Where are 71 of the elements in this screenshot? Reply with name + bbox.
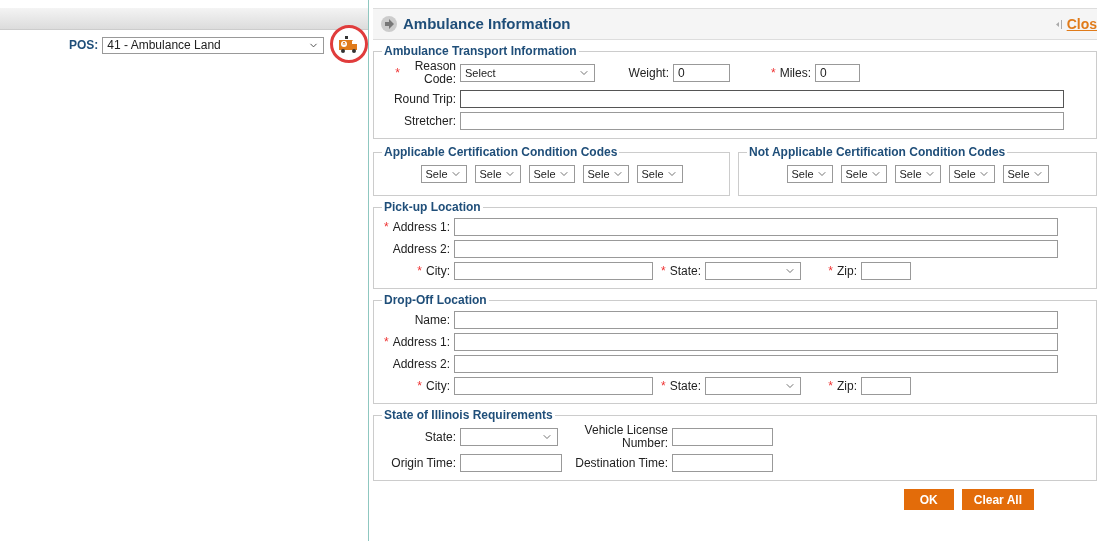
input-field[interactable] [672,454,773,472]
field-label: Zip: [837,379,857,393]
required-mark: * [828,263,833,280]
input-field[interactable] [861,262,911,280]
dropdown[interactable] [460,428,558,446]
field-label: Name: [414,313,450,327]
dropdown[interactable]: Select [460,64,595,82]
field-label: Origin Time: [391,456,456,470]
field-label: Zip: [837,264,857,278]
field-label: Vehicle License Number: [583,424,668,450]
required-mark: * [383,334,389,351]
field-label: Round Trip: [393,92,456,106]
section-title: Applicable Certification Condition Codes [383,144,619,161]
field-label: Miles: [779,66,811,80]
input-field[interactable] [454,262,653,280]
dropdown[interactable]: Sele [582,165,629,183]
required-mark: * [395,65,400,82]
section-title: Not Applicable Certification Condition Codes [748,144,1007,161]
section-title: Drop-Off Location [383,292,488,309]
required-mark: * [660,263,666,280]
input-field[interactable] [454,355,1058,373]
field-label: Reason Code: [413,60,456,86]
required-mark: * [417,378,422,395]
input-field[interactable]: 0 [673,64,730,82]
input-field[interactable] [454,311,1058,329]
pos-dropdown[interactable]: 41 - Ambulance Land [102,36,325,54]
dropdown[interactable]: Sele [636,165,683,183]
required-mark: * [383,219,389,236]
input-field[interactable] [460,90,1064,108]
collapse-icon [1055,19,1063,29]
section-title: Ambulance Transport Information [383,43,578,60]
required-mark: * [660,378,666,395]
input-field[interactable] [460,112,1064,130]
pos-label: POS: [69,37,99,54]
field-label: State: [424,430,456,444]
dropdown[interactable]: Sele [894,165,941,183]
panel-title: Ambulance Information [403,13,571,34]
field-label: State: [669,264,701,278]
ambulance-icon[interactable] [330,25,368,63]
dropdown[interactable]: Sele [474,165,521,183]
required-mark: * [828,378,833,395]
field-label: Destination Time: [575,456,668,470]
field-label: Address 1: [392,335,450,349]
dropdown[interactable]: Sele [948,165,995,183]
required-mark: * [771,65,776,82]
input-field[interactable]: 0 [815,64,860,82]
dropdown[interactable]: Sele [420,165,467,183]
dropdown[interactable]: Sele [786,165,833,183]
field-label: State: [669,379,701,393]
dropdown[interactable]: Sele [1002,165,1049,183]
field-label: City: [426,379,450,393]
input-field[interactable] [460,454,562,472]
field-label: Address 2: [392,242,450,256]
field-label: Stretcher: [403,114,456,128]
field-label: Address 1: [392,220,450,234]
dropdown[interactable]: Sele [528,165,575,183]
input-field[interactable] [454,218,1058,236]
dropdown[interactable] [705,377,801,395]
input-field[interactable] [454,377,653,395]
section-title: Pick-up Location [383,199,482,216]
dropdown[interactable]: Sele [840,165,887,183]
section-title: State of Illinois Requirements [383,407,554,424]
input-field[interactable] [454,240,1058,258]
required-mark: * [417,263,422,280]
input-field[interactable] [454,333,1058,351]
field-label: Weight: [628,66,669,80]
field-label: City: [426,264,450,278]
input-field[interactable] [861,377,911,395]
dropdown[interactable] [705,262,801,280]
field-label: Address 2: [392,357,450,371]
input-field[interactable] [672,428,773,446]
